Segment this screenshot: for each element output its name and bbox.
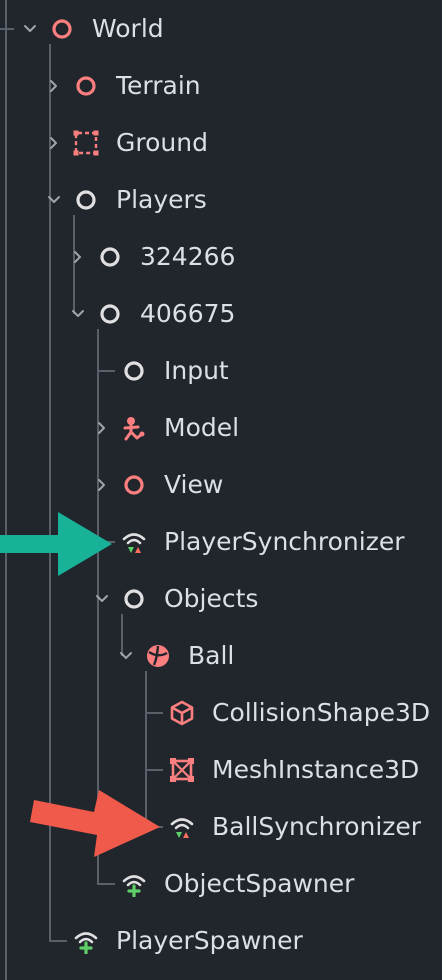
- red-annotation-arrow: [30, 790, 160, 857]
- scene-tree: World Terrain Ground Players 324266 406675 Inp…: [0, 0, 442, 980]
